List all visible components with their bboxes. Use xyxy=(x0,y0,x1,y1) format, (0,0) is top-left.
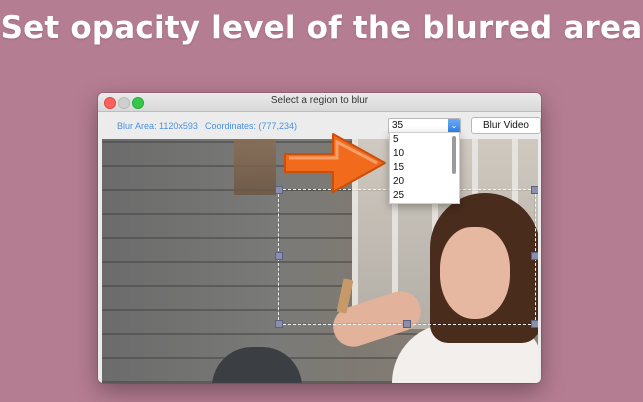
opacity-option-10[interactable]: 10 xyxy=(393,147,404,161)
blur-area-label: Blur Area: 1120x593 xyxy=(117,121,198,131)
opacity-option-15[interactable]: 15 xyxy=(393,161,404,175)
foreground-object xyxy=(212,347,302,383)
opacity-select-value: 35 xyxy=(392,120,404,131)
background-shelf xyxy=(234,139,276,195)
title-bar: Select a region to blur xyxy=(98,93,541,112)
blur-selection-region[interactable] xyxy=(275,186,538,328)
resize-handle-right[interactable] xyxy=(531,252,538,260)
opacity-dropdown-list[interactable]: 5 10 15 20 25 xyxy=(389,132,460,204)
opacity-option-25[interactable]: 25 xyxy=(393,189,404,203)
chevron-down-icon[interactable]: ⌄ xyxy=(448,119,460,133)
opacity-option-5[interactable]: 5 xyxy=(393,133,399,147)
resize-handle-bottom-left[interactable] xyxy=(275,320,283,328)
window-title: Select a region to blur xyxy=(270,95,369,106)
opacity-option-20[interactable]: 20 xyxy=(393,175,404,189)
blur-video-button[interactable]: Blur Video xyxy=(471,117,541,134)
resize-handle-bottom[interactable] xyxy=(403,320,411,328)
resize-handle-left[interactable] xyxy=(275,252,283,260)
dropdown-scrollbar[interactable] xyxy=(452,136,456,174)
arrow-pointer-icon xyxy=(284,133,386,193)
resize-handle-top-right[interactable] xyxy=(531,186,538,194)
resize-handle-bottom-right[interactable] xyxy=(531,320,538,328)
headline: Set opacity level of the blurred area xyxy=(0,10,643,46)
